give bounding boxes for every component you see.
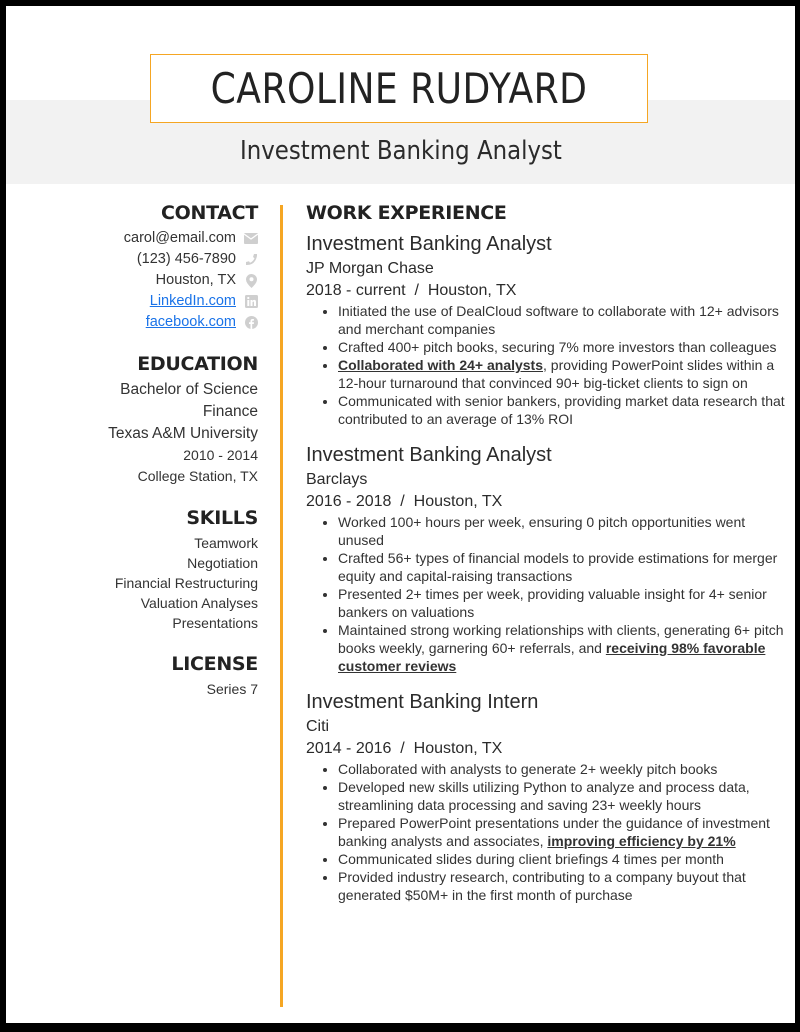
bullet-item: Collaborated with 24+ analysts, providin… [338,356,786,392]
bullet-text: Crafted 56+ types of financial models to… [338,550,778,584]
bullet-text: Communicated slides during client briefi… [338,851,724,867]
license-heading: LICENSE [171,653,258,675]
education-degree: Bachelor of Science [120,381,258,398]
facebook-icon [244,316,258,330]
bullet-text: Presented 2+ times per week, providing v… [338,586,767,620]
bullet-item: Prepared PowerPoint presentations under … [338,814,786,850]
bullet-item: Communicated with senior bankers, provid… [338,392,786,428]
header-title-text: Investment Banking Analyst [239,136,562,166]
skill-item: Valuation Analyses [140,595,258,611]
company-name: Citi [306,718,330,735]
job-title: Investment Banking Analyst [306,233,552,255]
contact-phone: (123) 456-7890 [6,249,258,270]
bullet-item: Crafted 400+ pitch books, securing 7% mo… [338,338,786,356]
education-major: Finance [202,403,258,420]
job-bullets: Worked 100+ hours per week, ensuring 0 p… [306,513,786,675]
job-dates-location: 2016 - 2018 / Houston, TX [306,493,503,510]
skill-item: Presentations [172,615,258,631]
skill-item: Teamwork [194,535,258,551]
phone-text: (123) 456-7890 [136,251,236,267]
education-location: College Station, TX [137,468,258,484]
skill-item: Negotiation [187,555,258,571]
work-experience-section: WORK EXPERIENCE Investment Banking Analy… [306,202,786,904]
contact-location: Houston, TX [6,270,258,291]
bullet-text: Communicated with senior bankers, provid… [338,393,785,427]
phone-icon [244,253,258,267]
skill-item: Financial Restructuring [114,575,258,591]
linkedin-link[interactable]: LinkedIn.com [150,291,236,312]
education-school: Texas A&M University [108,425,258,442]
company-name: Barclays [306,471,368,488]
education-heading: EDUCATION [137,353,258,375]
job-title-header: Investment Banking Analyst [6,136,795,166]
bullet-text: Provided industry research, contributing… [338,869,746,903]
bullet-text: Developed new skills utilizing Python to… [338,779,750,813]
bullet-item: Presented 2+ times per week, providing v… [338,585,786,621]
candidate-name: CAROLINE RUDYARD [210,64,588,113]
left-column: CONTACT carol@email.com (123) 456-7890 H… [6,202,258,719]
job-dates-location: 2014 - 2016 / Houston, TX [306,740,503,757]
envelope-icon [244,232,258,246]
bullet-text: Initiated the use of DealCloud software … [338,303,779,337]
email-text: carol@email.com [123,230,236,246]
bullet-item: Provided industry research, contributing… [338,868,786,904]
bullet-item: Worked 100+ hours per week, ensuring 0 p… [338,513,786,549]
name-box: CAROLINE RUDYARD [150,54,648,123]
license-item: Series 7 [206,681,258,697]
company-name: JP Morgan Chase [306,260,434,277]
map-pin-icon [244,273,258,288]
bullet-item: Crafted 56+ types of financial models to… [338,549,786,585]
facebook-link[interactable]: facebook.com [146,312,236,333]
bullet-text: Worked 100+ hours per week, ensuring 0 p… [338,514,746,548]
job-dates-location: 2018 - current / Houston, TX [306,282,517,299]
resume-page: CAROLINE RUDYARD Investment Banking Anal… [6,6,795,1023]
work-experience-heading: WORK EXPERIENCE [306,202,507,224]
education-section: EDUCATION Bachelor of Science Finance Te… [6,353,258,487]
location-text: Houston, TX [155,272,236,288]
bullet-item: Communicated slides during client briefi… [338,850,786,868]
bullet-text: Collaborated with analysts to generate 2… [338,761,718,777]
bullet-item: Developed new skills utilizing Python to… [338,778,786,814]
bullet-item: Collaborated with analysts to generate 2… [338,760,786,778]
skills-section: SKILLS Teamwork Negotiation Financial Re… [6,507,258,633]
skills-heading: SKILLS [186,507,258,529]
job-bullets: Initiated the use of DealCloud software … [306,302,786,428]
contact-email: carol@email.com [6,228,258,249]
license-section: LICENSE Series 7 [6,653,258,699]
linkedin-icon [244,295,258,309]
contact-facebook: facebook.com [6,312,258,333]
job-bullets: Collaborated with analysts to generate 2… [306,760,786,904]
column-divider [280,205,283,1007]
job-entry: Investment Banking Analyst JP Morgan Chas… [306,230,786,428]
contact-linkedin: LinkedIn.com [6,291,258,312]
job-title: Investment Banking Intern [306,691,539,713]
highlight-text: Collaborated with 24+ analysts [338,357,544,373]
contact-section: CONTACT carol@email.com (123) 456-7890 H… [6,202,259,333]
job-list: Investment Banking Analyst JP Morgan Chas… [306,230,786,904]
highlight-text: improving efficiency by 21% [547,833,736,849]
contact-heading: CONTACT [161,202,258,224]
bullet-item: Initiated the use of DealCloud software … [338,302,786,338]
job-entry: Investment Banking Analyst Barclays 2016 -… [306,441,786,675]
education-years: 2010 - 2014 [183,447,258,463]
bullet-text: Crafted 400+ pitch books, securing 7% mo… [338,339,777,355]
job-title: Investment Banking Analyst [306,444,552,466]
job-entry: Investment Banking Intern Citi 2014 - 2016… [306,688,786,904]
bullet-item: Maintained strong working relationships … [338,621,786,675]
